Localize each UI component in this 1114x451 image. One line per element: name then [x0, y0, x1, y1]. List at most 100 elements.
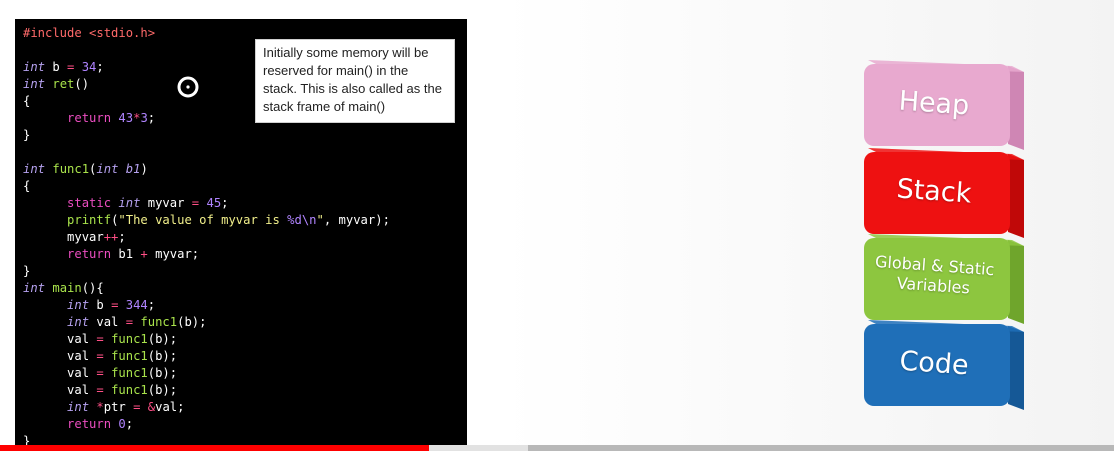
code-token: myvar; — [147, 247, 200, 261]
memory-block-stack: Stack — [862, 146, 1030, 242]
code-line: int *ptr = &val; — [23, 399, 390, 416]
code-token: , myvar); — [323, 213, 390, 227]
code-token: return — [67, 247, 112, 261]
code-line: myvar++; — [23, 229, 390, 246]
code-token: b1 — [125, 162, 141, 176]
code-line: return 0; — [23, 416, 390, 433]
code-token: ; — [147, 298, 156, 312]
memory-block-global-static: Global & Static Variables — [862, 232, 1030, 328]
code-token: = — [96, 366, 104, 380]
code-token: 43 — [118, 111, 134, 125]
code-token: ; — [125, 417, 134, 431]
code-line: val = func1(b); — [23, 382, 390, 399]
code-token: { — [23, 94, 31, 108]
code-token: val — [23, 349, 97, 363]
memory-block-side — [1008, 240, 1024, 324]
code-token: int — [118, 196, 141, 210]
code-token: * — [96, 400, 104, 414]
code-token: return — [67, 111, 112, 125]
code-line: int func1(int b1) — [23, 161, 390, 178]
code-token: b — [89, 298, 112, 312]
annotation-line: stack. This is also called as the — [263, 81, 442, 96]
code-token: 45 — [206, 196, 222, 210]
code-token: myvar — [140, 196, 192, 210]
code-line: int main(){ — [23, 280, 390, 297]
code-token: int — [23, 77, 46, 91]
code-token: val — [23, 383, 97, 397]
code-token: (b); — [147, 366, 178, 380]
code-token: func1 — [111, 332, 148, 346]
code-editor-panel: #include <stdio.h> int b = 34; int ret(){… — [15, 19, 467, 451]
code-token: (b); — [177, 315, 207, 329]
video-frame[interactable]: #include <stdio.h> int b = 34; int ret(){… — [0, 0, 1114, 451]
code-token: = — [125, 315, 134, 329]
code-token: = — [96, 332, 104, 346]
code-token: myvar — [23, 230, 104, 244]
code-token: func1 — [111, 366, 148, 380]
code-token: ptr — [103, 400, 134, 414]
code-token: int — [23, 162, 46, 176]
code-line: val = func1(b); — [23, 348, 390, 365]
circle-cursor-icon — [177, 76, 199, 98]
code-token: int — [67, 315, 90, 329]
code-token: } — [23, 264, 31, 278]
code-token: (b); — [147, 349, 178, 363]
code-token: b1 — [111, 247, 141, 261]
code-token: ; — [118, 230, 126, 244]
code-line: } — [23, 127, 390, 144]
code-token: ; — [221, 196, 229, 210]
code-token: 0 — [118, 417, 126, 431]
annotation-line: reserved for main() in the — [263, 63, 409, 78]
code-token: ret — [52, 77, 75, 91]
code-token: return — [67, 417, 112, 431]
code-token: val; — [155, 400, 185, 414]
memory-block-heap: Heap — [862, 58, 1030, 154]
code-token: + — [140, 247, 148, 261]
code-token: static — [67, 196, 112, 210]
code-token: val — [23, 366, 97, 380]
memory-block-side — [1008, 154, 1024, 238]
code-line: } — [23, 263, 390, 280]
code-token: ) — [140, 162, 148, 176]
code-token: (){ — [81, 281, 104, 295]
code-line: val = func1(b); — [23, 365, 390, 382]
code-token: main — [52, 281, 82, 295]
code-token: int — [23, 281, 46, 295]
code-token: (b); — [147, 383, 178, 397]
code-token: func1 — [111, 383, 148, 397]
code-token: int — [96, 162, 119, 176]
code-line: val = func1(b); — [23, 331, 390, 348]
code-token: int — [23, 60, 46, 74]
code-token: () — [74, 77, 90, 91]
code-token: int — [67, 400, 90, 414]
video-progress-bar[interactable] — [0, 445, 1114, 451]
code-line: printf("The value of myvar is %d\n", myv… — [23, 212, 390, 229]
code-line: int b = 344; — [23, 297, 390, 314]
code-token: = — [96, 349, 104, 363]
code-token: #include <stdio.h> — [23, 26, 156, 40]
code-token: b — [45, 60, 68, 74]
code-token: val — [89, 315, 126, 329]
code-line: int val = func1(b); — [23, 314, 390, 331]
code-token: "The value of myvar is — [118, 213, 288, 227]
memory-block-side — [1008, 66, 1024, 150]
code-token: (b); — [147, 332, 178, 346]
code-token: func1 — [52, 162, 90, 176]
code-token: printf — [67, 213, 112, 227]
code-token: int — [67, 298, 90, 312]
code-token: = — [96, 383, 104, 397]
code-token: func1 — [111, 349, 148, 363]
